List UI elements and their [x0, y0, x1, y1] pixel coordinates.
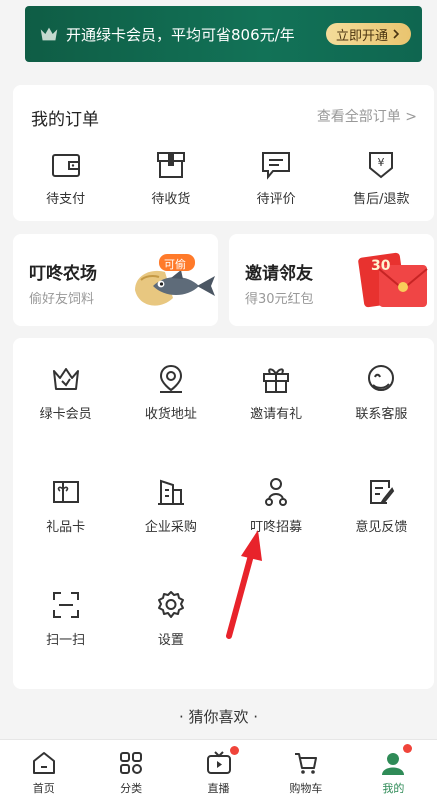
rider-icon	[265, 478, 288, 506]
invite-neighbor-card[interactable]: 邀请邻友 得30元红包 30	[229, 234, 434, 326]
settings-icon	[157, 591, 184, 618]
order-pending-payment[interactable]: 待支付	[13, 150, 118, 207]
customer-service-icon	[368, 365, 395, 391]
svg-text:¥: ¥	[378, 156, 385, 169]
comment-icon	[262, 152, 291, 180]
member-banner-area: 开通绿卡会员，平均可省806元/年 立即开通	[0, 0, 437, 72]
category-icon	[120, 752, 143, 774]
grid-item-label: 设置	[157, 633, 184, 648]
grid-item-invite-gift[interactable]: 邀请有礼	[224, 363, 329, 422]
profile-notification-dot	[402, 744, 412, 753]
feedback-icon	[370, 480, 395, 504]
grid-item-label: 意见反馈	[355, 520, 408, 535]
gift-icon	[263, 368, 290, 393]
grid-item-settings[interactable]: 设置	[118, 589, 223, 648]
grid-item-green-card[interactable]: 绿卡会员	[13, 363, 118, 422]
order-pending-review-label: 待评价	[256, 192, 296, 207]
view-all-orders-link[interactable]: 查看全部订单 >	[317, 106, 417, 126]
order-pending-review[interactable]: 待评价	[224, 150, 329, 207]
order-pending-payment-label: 待支付	[46, 192, 86, 207]
farm-title: 叮咚农场	[29, 264, 97, 284]
open-membership-label: 立即开通	[335, 28, 388, 44]
grid-item-label: 收货地址	[144, 407, 197, 422]
profile-icon	[382, 753, 405, 775]
order-pending-receipt-label: 待收货	[151, 192, 191, 207]
crown-icon	[40, 27, 58, 41]
tab-profile-label: 我的	[382, 782, 405, 795]
grid-item-recruitment[interactable]: 叮咚招募	[224, 476, 329, 535]
my-orders-title: 我的订单	[31, 110, 99, 130]
refund-icon: ¥	[369, 152, 394, 179]
tab-home[interactable]: 首页	[0, 740, 87, 801]
home-icon	[32, 752, 55, 774]
tab-cart-label: 购物车	[289, 782, 323, 795]
grid-item-gift-card[interactable]: 礼品卡	[13, 476, 118, 535]
open-membership-button[interactable]: 立即开通	[325, 23, 411, 45]
grid-item-label: 绿卡会员	[39, 407, 92, 422]
red-envelope-illustration	[358, 252, 428, 308]
tab-live-label: 直播	[207, 782, 230, 795]
grid-item-feedback[interactable]: 意见反馈	[329, 476, 434, 535]
tab-live[interactable]: 直播	[175, 740, 262, 801]
grid-item-address[interactable]: 收货地址	[118, 363, 223, 422]
dingdong-farm-card[interactable]: 叮咚农场 偷好友饲料 可偷	[13, 234, 218, 326]
tab-profile[interactable]: 我的	[350, 740, 437, 801]
envelope-amount: 30	[371, 258, 391, 274]
order-refund-label: 售后/退款	[353, 192, 410, 207]
building-icon	[157, 479, 184, 505]
invite-subtitle: 得30元红包	[245, 292, 314, 307]
order-pending-receipt[interactable]: 待收货	[118, 150, 223, 207]
guess-you-like-heading: · 猜你喜欢 ·	[178, 708, 259, 726]
cart-icon	[294, 753, 317, 774]
package-icon	[156, 152, 185, 178]
grid-item-label: 联系客服	[355, 407, 408, 422]
member-banner-text: 开通绿卡会员，平均可省806元/年	[66, 25, 295, 44]
crown-icon	[52, 368, 79, 390]
live-icon	[206, 751, 231, 774]
gift-card-icon	[52, 481, 79, 503]
order-refund[interactable]: ¥ 售后/退款	[329, 150, 434, 207]
live-notification-dot	[229, 746, 239, 755]
grid-item-label: 扫一扫	[46, 633, 86, 648]
grid-item-label: 邀请有礼	[250, 407, 303, 422]
grid-item-scan[interactable]: 扫一扫	[13, 589, 118, 648]
member-banner[interactable]: 开通绿卡会员，平均可省806元/年 立即开通	[25, 6, 422, 62]
scan-icon	[52, 592, 79, 618]
grid-item-label: 企业采购	[144, 520, 197, 535]
grid-item-label: 礼品卡	[46, 520, 86, 535]
farm-badge: 可偷	[164, 258, 186, 271]
my-orders-card: 我的订单 查看全部订单 > 待支付 待收货 待评价 ¥ 售后/退款	[13, 85, 434, 221]
grid-item-customer-service[interactable]: 联系客服	[329, 363, 434, 422]
farm-subtitle: 偷好友饲料	[29, 292, 95, 307]
tab-category-label: 分类	[120, 782, 143, 795]
tab-home-label: 首页	[32, 782, 55, 795]
invite-title: 邀请邻友	[245, 264, 313, 284]
location-icon	[159, 364, 182, 393]
chevron-right-icon	[393, 29, 400, 39]
grid-item-enterprise-purchase[interactable]: 企业采购	[118, 476, 223, 535]
tab-cart[interactable]: 购物车	[262, 740, 349, 801]
bottom-tab-bar: 首页 分类 直播 购物车 我的	[0, 739, 437, 801]
tab-category[interactable]: 分类	[87, 740, 174, 801]
grid-item-label: 叮咚招募	[250, 520, 303, 535]
services-grid: 绿卡会员 收货地址 邀请有礼 联系客服 礼品卡 企业采购 叮咚招募 意见反馈 扫…	[13, 338, 434, 689]
wallet-icon	[51, 154, 80, 177]
